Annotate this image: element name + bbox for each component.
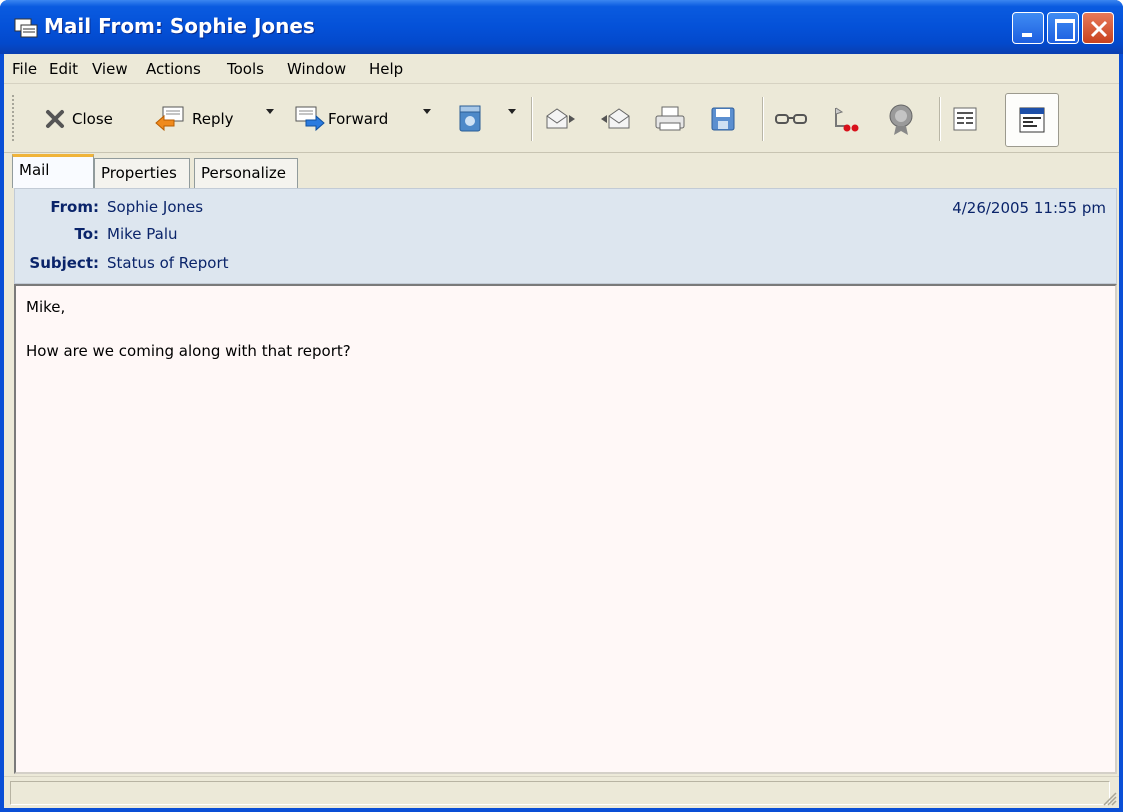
to-value[interactable]: Mike Palu xyxy=(107,225,178,243)
forward-icon xyxy=(295,106,325,132)
maximize-button[interactable] xyxy=(1047,12,1079,44)
view-details-icon xyxy=(953,107,977,131)
toolbar-grip[interactable] xyxy=(12,95,16,141)
menu-help[interactable]: Help xyxy=(369,60,403,78)
message-body[interactable]: Mike, How are we coming along with that … xyxy=(14,284,1117,774)
resize-grip-icon[interactable] xyxy=(1101,790,1117,806)
toolbar: Close Reply Forward xyxy=(4,85,1119,153)
tab-strip: Mail Properties Personalize xyxy=(4,154,1119,188)
menu-window[interactable]: Window xyxy=(287,60,346,78)
forward-button[interactable]: Forward xyxy=(294,99,388,139)
menu-actions[interactable]: Actions xyxy=(146,60,201,78)
close-button[interactable]: Close xyxy=(44,99,113,139)
body-line: How are we coming along with that report… xyxy=(26,342,351,360)
toolbar-separator xyxy=(939,97,941,141)
menu-bar: File Edit View Actions Tools Window Help xyxy=(4,54,1119,84)
mail-window: Mail From: Sophie Jones File Edit View A… xyxy=(0,0,1123,812)
previous-item-button[interactable] xyxy=(600,99,632,139)
toolbar-separator xyxy=(531,97,533,141)
from-value[interactable]: Sophie Jones xyxy=(107,198,203,216)
seal-icon xyxy=(889,104,913,135)
next-item-button[interactable] xyxy=(544,99,576,139)
close-x-icon xyxy=(1090,20,1108,38)
tab-personalize[interactable]: Personalize xyxy=(194,158,298,188)
tab-properties[interactable]: Properties xyxy=(94,158,190,188)
previous-item-icon xyxy=(601,108,630,129)
tab-mail[interactable]: Mail xyxy=(12,154,94,188)
save-button[interactable] xyxy=(710,99,736,139)
view-message-icon xyxy=(1019,107,1045,133)
body-line: Mike, xyxy=(26,298,66,316)
print-icon xyxy=(655,106,685,131)
move-dropdown-icon[interactable] xyxy=(508,109,516,114)
status-cell xyxy=(10,781,1110,805)
window-title: Mail From: Sophie Jones xyxy=(44,14,315,38)
minimize-button[interactable] xyxy=(1012,12,1044,44)
view-message-button[interactable] xyxy=(1005,93,1059,147)
toolbar-separator xyxy=(762,97,764,141)
reply-button[interactable]: Reply xyxy=(154,99,234,139)
subject-label: Subject: xyxy=(29,254,99,272)
view-details-button[interactable] xyxy=(952,99,978,139)
priority-flag-button[interactable] xyxy=(830,99,862,139)
close-icon xyxy=(46,110,64,128)
priority-flag-icon xyxy=(835,107,859,132)
print-button[interactable] xyxy=(654,99,686,139)
menu-tools[interactable]: Tools xyxy=(227,60,264,78)
from-label: From: xyxy=(50,198,99,216)
seal-button[interactable] xyxy=(886,99,916,139)
reply-dropdown-icon[interactable] xyxy=(266,109,274,114)
forward-dropdown-icon[interactable] xyxy=(423,109,431,114)
reply-label: Reply xyxy=(192,110,234,128)
status-bar xyxy=(4,776,1119,808)
reply-icon xyxy=(155,106,184,132)
save-icon xyxy=(711,107,735,131)
next-item-icon xyxy=(546,108,575,129)
menu-edit[interactable]: Edit xyxy=(49,60,78,78)
message-header: From: Sophie Jones To: Mike Palu Subject… xyxy=(14,188,1117,284)
mail-window-icon xyxy=(14,18,38,38)
read-glasses-icon xyxy=(775,114,807,124)
close-window-button[interactable] xyxy=(1082,12,1114,44)
move-to-folder-icon xyxy=(459,105,481,132)
to-label: To: xyxy=(74,225,99,243)
message-date: 4/26/2005 11:55 pm xyxy=(952,199,1106,217)
read-glasses-button[interactable] xyxy=(774,99,808,139)
close-label: Close xyxy=(72,110,113,128)
subject-row: Subject: Status of Report xyxy=(15,254,715,274)
menu-view[interactable]: View xyxy=(92,60,128,78)
move-to-folder-button[interactable] xyxy=(454,99,486,139)
menu-file[interactable]: File xyxy=(12,60,37,78)
title-bar[interactable]: Mail From: Sophie Jones xyxy=(0,0,1123,54)
from-row: From: Sophie Jones xyxy=(15,198,715,218)
subject-value: Status of Report xyxy=(107,254,229,272)
to-row: To: Mike Palu xyxy=(15,225,715,245)
forward-label: Forward xyxy=(328,110,389,128)
